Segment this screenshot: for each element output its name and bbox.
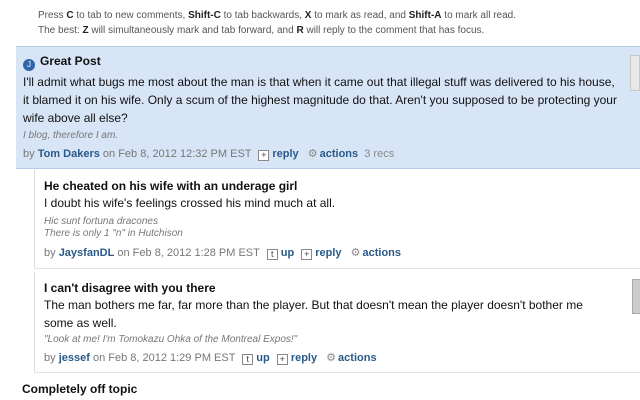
actions-link[interactable]: actions <box>362 247 401 259</box>
comment-cheated[interactable]: He cheated on his wife with an underage … <box>34 170 640 269</box>
comment-signature: "Look at me! I'm Tomokazu Ohka of the Mo… <box>44 334 298 345</box>
comment-meta: by Tom Dakers on Feb 8, 2012 12:32 PM ES… <box>23 148 395 161</box>
recs-count: 3 recs <box>364 148 395 160</box>
comment-title: I can't disagree with you there <box>44 281 216 295</box>
comment-cant-disagree[interactable]: I can't disagree with you there The man … <box>34 272 640 373</box>
help-line-2: The best: Z will simultaneously mark and… <box>38 25 485 36</box>
gear-icon: ⚙ <box>326 352 337 364</box>
comment-title: Completely off topic <box>22 382 138 396</box>
actions-link[interactable]: actions <box>338 352 377 364</box>
keyboard-help: Press C to tab to new comments, Shift-C … <box>38 8 516 38</box>
comment-date: on Feb 8, 2012 12:32 PM EST <box>102 148 252 160</box>
author-link[interactable]: Tom Dakers <box>38 148 100 160</box>
comment-body: I doubt his wife's feelings crossed his … <box>44 196 336 210</box>
comment-signature-line-1: Hic sunt fortuna dracones <box>44 216 158 227</box>
comment-meta: by JaysfanDL on Feb 8, 2012 1:28 PM EST … <box>44 247 401 260</box>
reply-plus-icon: + <box>258 150 270 161</box>
comment-off-topic[interactable]: Completely off topic <box>22 382 137 396</box>
comment-great-post[interactable]: J Great Post I'll admit what bugs me most… <box>16 46 640 169</box>
reply-plus-icon: + <box>276 354 288 365</box>
author-link[interactable]: JaysfanDL <box>59 247 115 259</box>
reply-link[interactable]: reply <box>291 352 317 364</box>
comment-date: on Feb 8, 2012 1:28 PM EST <box>117 247 260 259</box>
reply-link[interactable]: reply <box>272 148 298 160</box>
help-line-1: Press C to tab to new comments, Shift-C … <box>38 10 517 21</box>
up-link[interactable]: up <box>256 352 269 364</box>
reply-plus-icon: + <box>301 249 313 260</box>
team-logo-icon: J <box>23 59 35 71</box>
comments-page: Press C to tab to new comments, Shift-C … <box>0 0 640 400</box>
comment-body: I'll admit what bugs me most about the m… <box>23 75 617 125</box>
up-icon: t <box>266 249 278 260</box>
actions-link[interactable]: actions <box>320 148 359 160</box>
gear-icon: ⚙ <box>307 148 318 160</box>
comment-signature-line-2: There is only 1 "n" in Hutchison <box>44 228 183 239</box>
avatar <box>632 279 640 314</box>
comment-body: The man bothers me far, far more than th… <box>44 298 583 330</box>
reply-link[interactable]: reply <box>315 247 341 259</box>
avatar <box>630 55 640 91</box>
up-link[interactable]: up <box>281 247 294 259</box>
comment-date: on Feb 8, 2012 1:29 PM EST <box>92 352 236 364</box>
comment-title: He cheated on his wife with an underage … <box>44 179 298 193</box>
comment-header: J Great Post <box>23 54 101 71</box>
comment-title: Great Post <box>40 54 101 68</box>
comment-meta: by jessef on Feb 8, 2012 1:29 PM EST t up… <box>44 352 377 365</box>
gear-icon: ⚙ <box>350 247 361 259</box>
up-icon: t <box>242 354 254 365</box>
author-link[interactable]: jessef <box>59 352 90 364</box>
comment-signature: I blog, therefore I am. <box>23 130 119 141</box>
